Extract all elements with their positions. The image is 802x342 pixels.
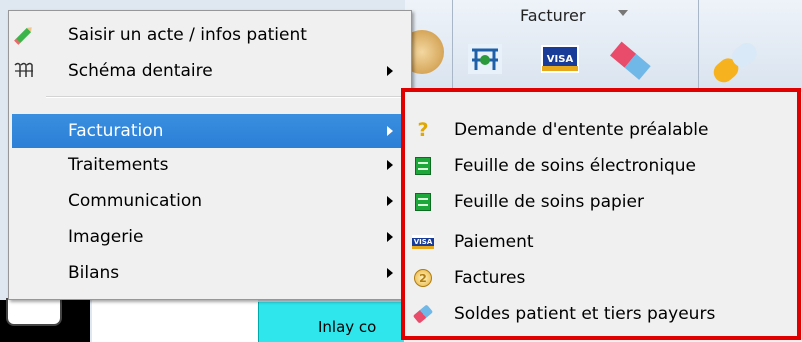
menu-item-label: Traitements [68, 155, 169, 175]
grid-cell-text: Inlay co [318, 318, 377, 336]
menu-item-label: Saisir un acte / infos patient [68, 25, 307, 45]
menu-item-label: Schéma dentaire [68, 61, 213, 81]
menu-separator [46, 96, 406, 98]
menu-item-communication[interactable]: Communication [10, 184, 410, 218]
submenu-arrow-icon [387, 66, 393, 76]
menu-item-facturation[interactable]: Facturation [12, 114, 408, 148]
menu-item-label: Communication [68, 191, 202, 211]
sesame-vitale-icon[interactable] [466, 40, 504, 78]
chevron-down-icon[interactable] [618, 10, 628, 16]
tab-button[interactable] [6, 298, 62, 326]
menu-item-imagerie[interactable]: Imagerie [10, 220, 410, 254]
menu-item-label: Imagerie [68, 227, 144, 247]
submenu-arrow-icon [387, 160, 393, 170]
menu-item-bilans[interactable]: Bilans [10, 256, 410, 290]
menu-item-label: Bilans [68, 263, 120, 283]
visa-card-icon[interactable]: VISA [540, 40, 580, 78]
teeth-icon [10, 60, 38, 82]
svg-text:VISA: VISA [547, 54, 574, 65]
grid-area [92, 300, 258, 342]
menu-item-saisir-acte[interactable]: Saisir un acte / infos patient [10, 18, 410, 52]
submenu-arrow-icon [387, 126, 393, 136]
highlight-frame [401, 88, 801, 340]
submenu-arrow-icon [387, 232, 393, 242]
pill-icon[interactable] [706, 40, 766, 84]
eraser-icon[interactable] [608, 40, 654, 80]
submenu-arrow-icon [387, 268, 393, 278]
menu-item-label: Facturation [68, 121, 164, 141]
menu-item-traitements[interactable]: Traitements [10, 148, 410, 182]
submenu-arrow-icon [387, 196, 393, 206]
toolbar-group-title[interactable]: Facturer [520, 6, 585, 25]
menu-item-schema-dentaire[interactable]: Schéma dentaire [10, 54, 410, 88]
pencil-icon [10, 24, 38, 46]
